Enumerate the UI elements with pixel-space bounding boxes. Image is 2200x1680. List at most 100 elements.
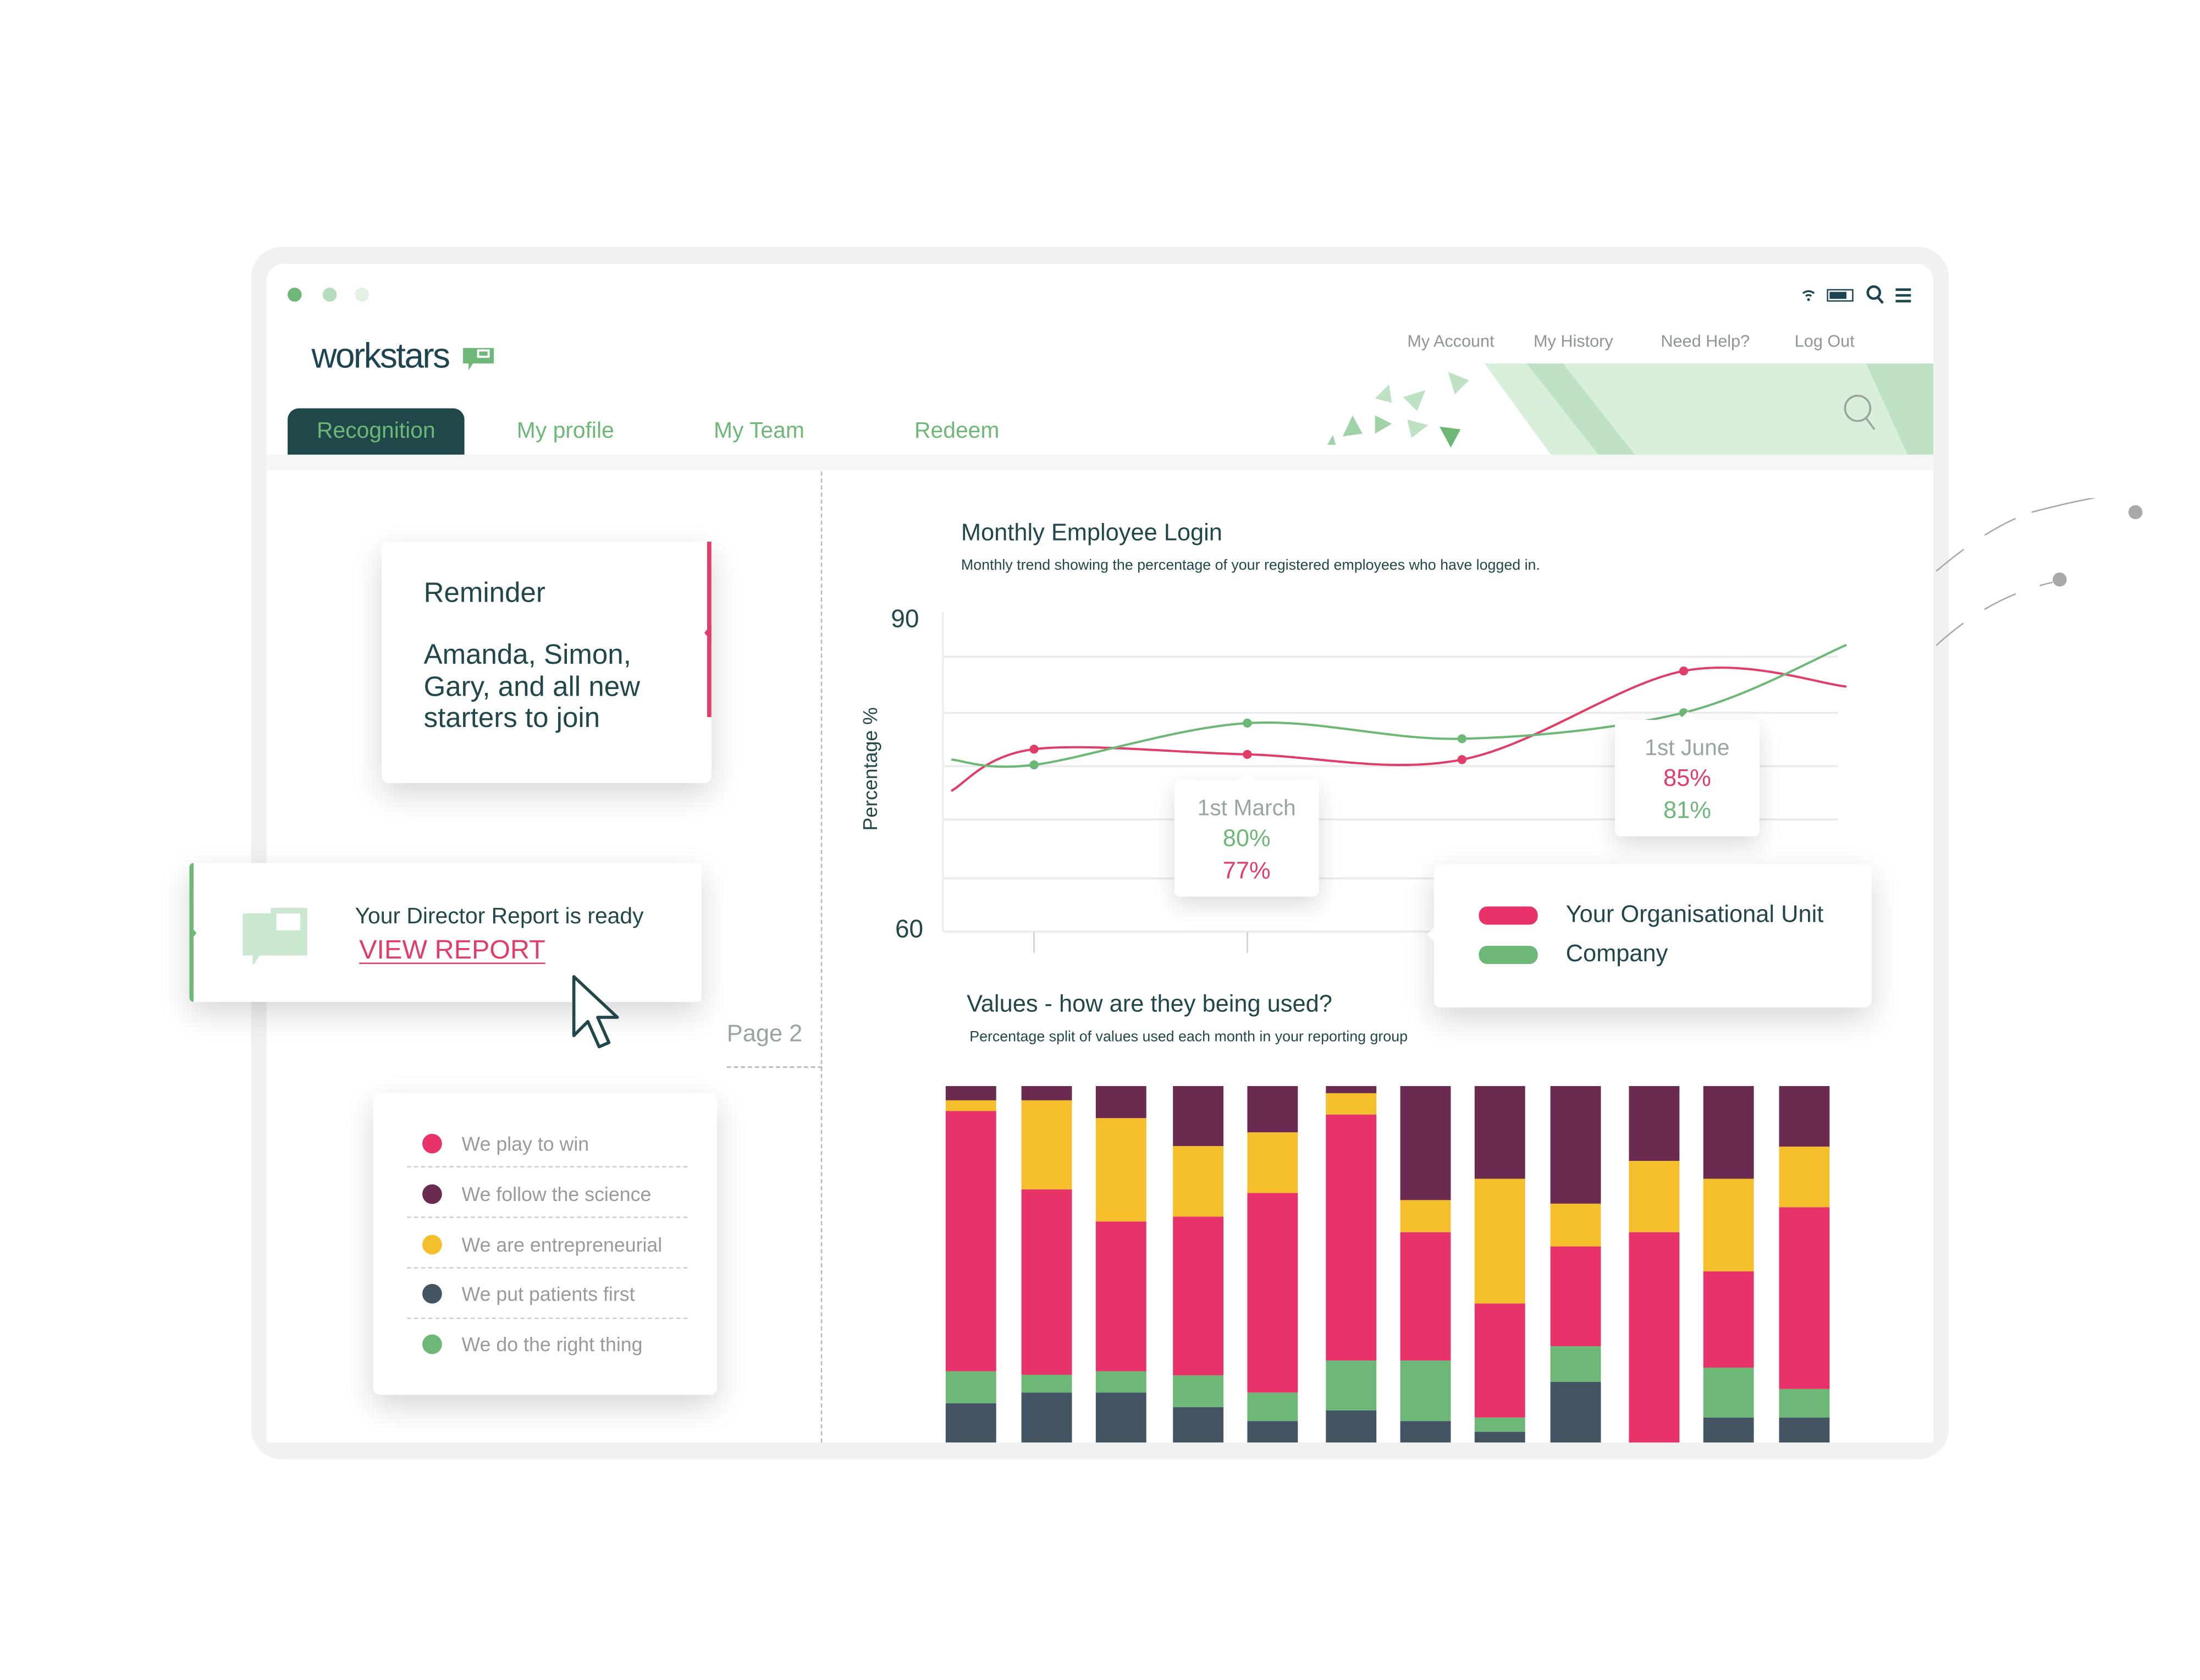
bar-segment (1173, 1407, 1224, 1443)
legend-item-org-unit: Your Organisational Unit (1479, 901, 1823, 929)
bar-segment (1400, 1232, 1451, 1361)
bar-segment (945, 1403, 996, 1443)
legend-swatch (422, 1284, 442, 1304)
data-point (1029, 745, 1039, 754)
bar-segment (1173, 1216, 1224, 1376)
values-legend-item: We do the right thing (422, 1333, 643, 1356)
legend-divider (406, 1267, 688, 1269)
bar-segment (1703, 1417, 1754, 1443)
bar-segment (1400, 1200, 1451, 1232)
tooltip-date: 1st March (1197, 797, 1296, 821)
bar-segment (1326, 1360, 1377, 1411)
bar-segment (1550, 1246, 1601, 1347)
bar-segment (945, 1371, 996, 1403)
legend-label: We follow the science (461, 1183, 652, 1205)
bar-segment (1629, 1232, 1680, 1443)
legend-label: We do the right thing (461, 1333, 643, 1356)
tooltip-value-company: 81% (1663, 797, 1711, 824)
login-chart-legend: Your Organisational Unit Company (1427, 864, 1872, 1008)
legend-swatch (1479, 945, 1538, 963)
tooltip-value-org-unit: 77% (1222, 857, 1271, 884)
legend-label: Your Organisational Unit (1565, 901, 1824, 928)
values-stacked-bar-chart (945, 1086, 1830, 1443)
tooltip-pointer (1679, 711, 1696, 720)
bar-segment (1779, 1417, 1830, 1443)
data-point (1243, 718, 1252, 728)
bar-segment (1021, 1392, 1072, 1443)
legend-divider (406, 1318, 688, 1319)
bar-segment (1326, 1086, 1377, 1093)
bar-segment (1629, 1161, 1680, 1232)
page-indicator[interactable]: Page 2 (727, 1020, 803, 1048)
bar-segment (1703, 1086, 1754, 1179)
bar-segment (1550, 1346, 1601, 1382)
bar-segment (1021, 1100, 1072, 1189)
bar-segment (945, 1086, 996, 1100)
bar-segment (1703, 1367, 1754, 1418)
bar-segment (1550, 1381, 1601, 1443)
bar-segment (1021, 1189, 1072, 1375)
login-line-chart (941, 612, 1847, 953)
bar-segment (1703, 1271, 1754, 1368)
legend-pointer (1427, 927, 1434, 942)
bar-segment (1474, 1431, 1525, 1443)
bar-segment (1400, 1360, 1451, 1422)
legend-label: We are entrepreneurial (461, 1233, 663, 1256)
bar-segment (1550, 1086, 1601, 1204)
bar-segment (1021, 1374, 1072, 1393)
tooltip-date: 1st June (1645, 736, 1730, 761)
legend-item-company: Company (1479, 940, 1668, 968)
mouse-cursor-icon (572, 975, 619, 1049)
values-legend-card: We play to win We follow the science We … (373, 1093, 717, 1395)
values-legend-item: We follow the science (422, 1183, 651, 1205)
values-legend-item: We are entrepreneurial (422, 1233, 662, 1256)
data-point (1029, 760, 1039, 769)
bar-segment (1247, 1392, 1298, 1422)
bar-segment (1173, 1146, 1224, 1217)
legend-swatch (1479, 906, 1538, 924)
bar-segment (1400, 1421, 1451, 1443)
bar-segment (1326, 1410, 1377, 1443)
bar-segment (1703, 1178, 1754, 1272)
legend-swatch (422, 1184, 442, 1204)
data-point (1457, 734, 1466, 743)
bar-segment (1779, 1207, 1830, 1389)
bar-segment (1095, 1371, 1146, 1393)
bar-segment (1779, 1389, 1830, 1418)
bar-segment (1474, 1178, 1525, 1304)
tooltip-value-company: 80% (1222, 825, 1271, 852)
bar-segment (1474, 1303, 1525, 1418)
bar-segment (1400, 1086, 1451, 1200)
bar-segment (1247, 1193, 1298, 1393)
values-legend-item: We put patients first (422, 1282, 635, 1305)
legend-divider (406, 1166, 688, 1167)
bar-segment (945, 1111, 996, 1371)
bar-segment (1095, 1118, 1146, 1222)
legend-swatch (422, 1235, 442, 1255)
bar-segment (1326, 1093, 1377, 1115)
bar-segment (1474, 1417, 1525, 1432)
legend-label: Company (1565, 940, 1668, 967)
legend-label: We put patients first (461, 1282, 635, 1306)
bar-segment (1095, 1221, 1146, 1371)
tooltip-value-org-unit: 85% (1663, 764, 1711, 792)
tooltip-pointer (1238, 772, 1255, 780)
legend-divider (406, 1216, 688, 1218)
bar-segment (1779, 1086, 1830, 1147)
bar-segment (1629, 1086, 1680, 1161)
tooltip-june: 1st June 85% 81% (1614, 711, 1760, 836)
bar-segment (1550, 1203, 1601, 1247)
values-legend-item: We play to win (422, 1132, 589, 1155)
bar-segment (1095, 1086, 1146, 1119)
bar-segment (1247, 1421, 1298, 1443)
data-point (1679, 666, 1689, 676)
bar-segment (1173, 1086, 1224, 1147)
bar-segment (1779, 1147, 1830, 1208)
values-chart-subtitle: Percentage split of values used each mon… (969, 1028, 1408, 1045)
bar-segment (1173, 1375, 1224, 1407)
bar-segment (1021, 1086, 1072, 1100)
values-chart-title: Values - how are they being used? (967, 990, 1332, 1017)
data-point (1457, 755, 1466, 764)
bar-segment (1247, 1086, 1298, 1133)
bar-segment (1326, 1114, 1377, 1361)
